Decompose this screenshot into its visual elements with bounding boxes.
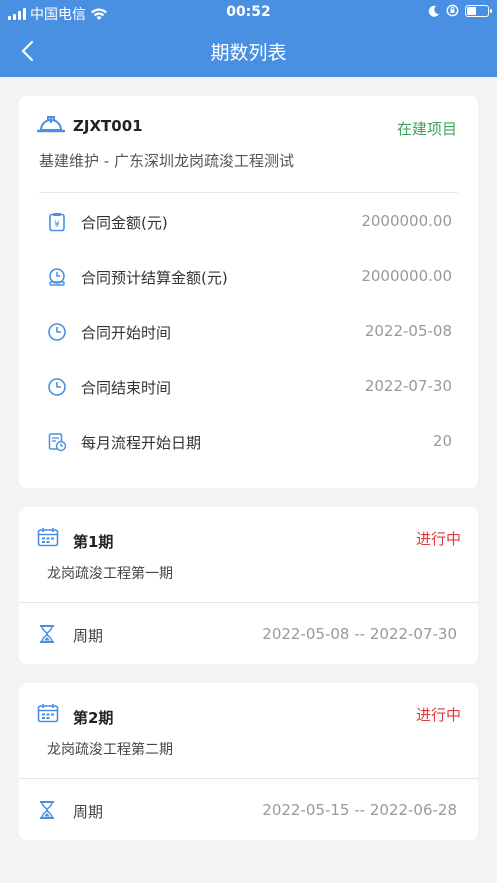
period-status-badge: 进行中: [415, 530, 461, 548]
moon-icon: [428, 5, 439, 17]
cycle-label: 周期: [73, 803, 104, 821]
info-label: 每月流程开始日期: [81, 434, 202, 452]
info-value: 20: [432, 432, 452, 450]
status-bar: 中国电信 00:52: [0, 0, 497, 26]
calendar-icon: [37, 704, 59, 723]
page-title: 期数列表: [210, 42, 287, 64]
info-label: 合同开始时间: [81, 324, 172, 342]
contract-amount-icon: ¥: [49, 213, 65, 232]
clock-icon: [48, 323, 66, 341]
clock-icon: [48, 378, 66, 396]
helmet-icon: [37, 116, 65, 133]
period-title: 第1期: [73, 533, 114, 551]
period-card[interactable]: 第1期 进行中 龙岗疏浚工程第一期 周期 2022-05-08 -- 2022-…: [19, 507, 478, 664]
period-cycle-row: 周期 2022-05-08 -- 2022-07-30: [37, 619, 457, 649]
info-value: 2022-07-30: [364, 377, 452, 395]
period-cycle-row: 周期 2022-05-15 -- 2022-06-28: [37, 795, 457, 825]
info-value: 2000000.00: [361, 212, 452, 230]
project-status-badge: 在建项目: [396, 120, 457, 138]
period-title: 第2期: [73, 709, 114, 727]
orientation-lock-icon: [446, 4, 459, 17]
hourglass-icon: [40, 801, 54, 819]
status-time: 00:52: [226, 4, 271, 20]
info-label: 合同结束时间: [81, 379, 172, 397]
period-status-badge: 进行中: [415, 706, 461, 724]
svg-text:¥: ¥: [54, 220, 60, 230]
project-subtitle: 基建维护 - 广东深圳龙岗疏浚工程测试: [39, 152, 294, 170]
status-right: [428, 4, 492, 17]
project-header: ZJXT001 在建项目: [37, 114, 457, 138]
nav-bar: 期数列表: [0, 26, 497, 77]
hourglass-icon: [40, 625, 54, 643]
period-subtitle: 龙岗疏浚工程第一期: [47, 566, 173, 582]
app-header: 中国电信 00:52 期数列表: [0, 0, 497, 77]
divider: [19, 778, 478, 779]
cycle-value: 2022-05-08 -- 2022-07-30: [262, 625, 457, 643]
info-label: 合同预计结算金额(元): [81, 269, 228, 287]
info-row-settlement-amount: 合同预计结算金额(元) 2000000.00: [47, 263, 452, 291]
info-value: 2000000.00: [361, 267, 452, 285]
info-row-contract-amount: ¥ 合同金额(元) 2000000.00: [47, 208, 452, 236]
info-label: 合同金额(元): [81, 214, 168, 232]
battery-icon: [465, 4, 492, 17]
calendar-clock-icon: [48, 433, 67, 452]
period-card[interactable]: 第2期 进行中 龙岗疏浚工程第二期 周期 2022-05-15 -- 2022-…: [19, 683, 478, 840]
info-value: 2022-05-08: [364, 322, 452, 340]
divider: [39, 192, 458, 193]
cycle-label: 周期: [73, 627, 104, 645]
period-header: 第1期 进行中: [37, 525, 461, 551]
period-subtitle: 龙岗疏浚工程第二期: [47, 742, 173, 758]
cycle-value: 2022-05-15 -- 2022-06-28: [262, 801, 457, 819]
info-row-end-date: 合同结束时间 2022-07-30: [47, 373, 452, 401]
info-row-start-date: 合同开始时间 2022-05-08: [47, 318, 452, 346]
calendar-icon: [37, 528, 59, 547]
info-row-monthly-start-day: 每月流程开始日期 20: [47, 428, 452, 456]
settlement-amount-icon: [49, 268, 65, 286]
project-card[interactable]: ZJXT001 在建项目 基建维护 - 广东深圳龙岗疏浚工程测试 ¥ 合同金额(…: [19, 96, 478, 488]
period-header: 第2期 进行中: [37, 701, 461, 727]
project-code: ZJXT001: [73, 117, 143, 135]
divider: [19, 602, 478, 603]
